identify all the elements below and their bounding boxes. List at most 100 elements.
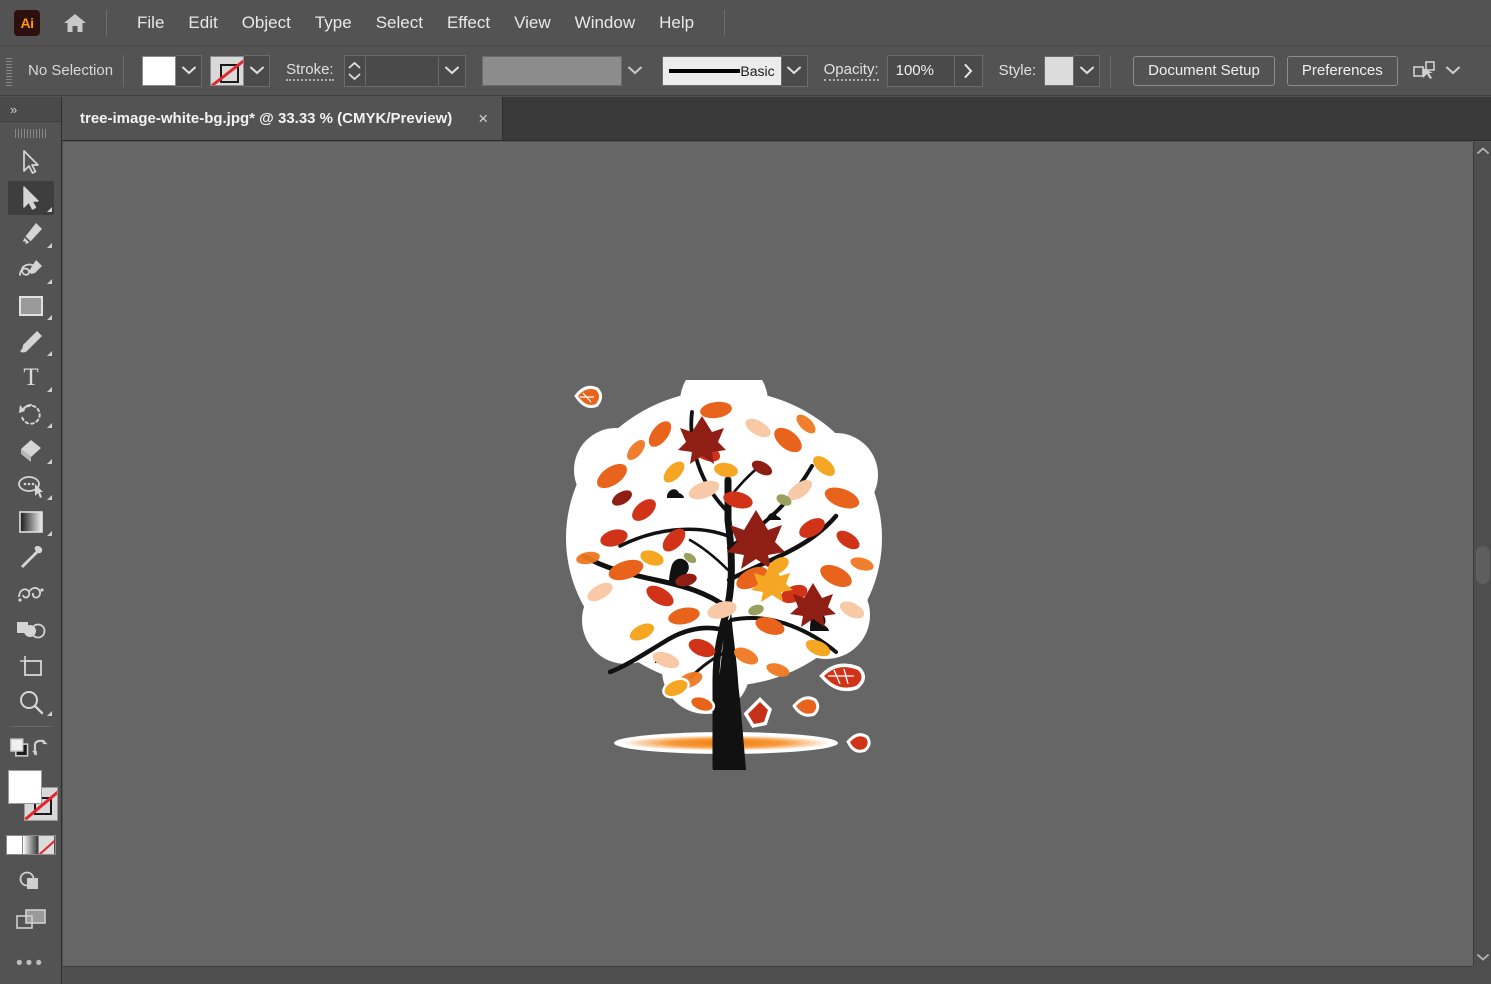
control-bar: No Selection Stroke: [0, 45, 1491, 96]
gradient-tool[interactable] [0, 504, 62, 540]
menu-window[interactable]: Window [563, 9, 647, 37]
menu-type[interactable]: Type [303, 9, 364, 37]
illustrator-logo[interactable]: Ai [14, 10, 40, 36]
default-fill-stroke-icon[interactable] [8, 736, 31, 760]
preferences-button[interactable]: Preferences [1287, 56, 1398, 86]
graphic-style-swatch[interactable] [1044, 56, 1074, 86]
control-bar-separator-1 [123, 55, 124, 87]
close-icon[interactable]: × [478, 110, 488, 127]
opacity-label[interactable]: Opacity: [824, 61, 879, 81]
autumn-tree-illustration[interactable] [556, 380, 901, 770]
draw-mode-icon[interactable] [16, 869, 46, 895]
control-bar-grip[interactable] [5, 56, 13, 86]
menu-object[interactable]: Object [230, 9, 303, 37]
opacity-expand-button[interactable] [954, 56, 982, 86]
graphic-style-label: Style: [999, 62, 1037, 79]
pen-flyout-indicator[interactable] [47, 243, 52, 248]
select-similar-objects-control[interactable] [1412, 60, 1460, 82]
tool-panel-grip[interactable] [0, 122, 61, 144]
fill-control[interactable] [142, 55, 202, 87]
stroke-dropdown-button[interactable] [244, 55, 270, 87]
stroke-swatch-none-icon[interactable] [210, 56, 244, 86]
document-tab-bar: tree-image-white-bg.jpg* @ 33.33 % (CMYK… [62, 97, 1491, 141]
stroke-weight-control[interactable] [344, 55, 466, 87]
brush-definition-dropdown-button[interactable] [782, 55, 808, 87]
width-profile-dropdown-button[interactable] [622, 55, 648, 87]
gradient-mode-button[interactable] [22, 836, 39, 854]
zoom-tool[interactable] [0, 684, 62, 720]
graphic-style-control[interactable] [1036, 55, 1100, 87]
stroke-color-control[interactable] [210, 55, 270, 87]
rectangle-flyout-indicator[interactable] [47, 315, 52, 320]
eraser-flyout-indicator[interactable] [47, 459, 52, 464]
horizontal-scrollbar[interactable] [63, 966, 1473, 984]
menu-help[interactable]: Help [647, 9, 706, 37]
eraser-tool[interactable] [0, 432, 62, 468]
scroll-down-button[interactable] [1474, 948, 1491, 966]
stroke-weight-dropdown-button[interactable] [439, 55, 465, 87]
rectangle-tool[interactable] [0, 288, 62, 324]
paintbrush-tool[interactable] [0, 324, 62, 360]
canvas-area[interactable] [63, 142, 1473, 966]
control-bar-separator-2 [1110, 55, 1111, 87]
vertical-scrollbar[interactable] [1473, 142, 1491, 966]
type-tool[interactable]: T [0, 360, 62, 396]
width-profile-control[interactable] [466, 55, 648, 87]
menu-bar: Ai File Edit Object Type Select Effect V… [0, 0, 1491, 45]
menu-view[interactable]: View [502, 9, 563, 37]
lasso-tool[interactable] [0, 468, 62, 504]
width-profile-swatch[interactable] [482, 56, 622, 86]
tool-panel: » [0, 97, 62, 984]
paintbrush-flyout-indicator[interactable] [47, 351, 52, 356]
shape-builder-tool[interactable] [0, 612, 62, 648]
brush-definition-control[interactable]: Basic [648, 55, 808, 87]
scrollbar-corner [1473, 966, 1491, 984]
fill-stroke-indicator[interactable] [0, 767, 62, 829]
document-tab-title: tree-image-white-bg.jpg* @ 33.33 % (CMYK… [80, 110, 452, 127]
menu-effect[interactable]: Effect [435, 9, 502, 37]
artboard-tool[interactable] [0, 648, 62, 684]
lasso-flyout-indicator[interactable] [47, 495, 52, 500]
zoom-flyout-indicator[interactable] [47, 711, 52, 716]
menu-select[interactable]: Select [364, 9, 435, 37]
fill-dropdown-button[interactable] [176, 55, 202, 87]
opacity-control[interactable] [887, 55, 983, 87]
stroke-weight-input[interactable] [365, 57, 439, 85]
swap-fill-stroke-icon[interactable] [31, 737, 53, 759]
tool-fill-swatch[interactable] [8, 770, 42, 804]
menu-file[interactable]: File [125, 9, 176, 37]
blend-tool[interactable] [0, 576, 62, 612]
brush-definition-value: Basic [740, 63, 774, 79]
tool-panel-separator [11, 726, 51, 727]
color-mode-button[interactable] [7, 836, 22, 854]
pen-tool[interactable] [0, 216, 62, 252]
document-setup-button[interactable]: Document Setup [1133, 56, 1275, 86]
rotate-tool[interactable] [0, 396, 62, 432]
brush-definition-field[interactable]: Basic [662, 56, 782, 86]
direct-selection-flyout-indicator[interactable] [47, 207, 52, 212]
none-mode-button[interactable] [39, 836, 54, 854]
screen-mode-icon[interactable] [14, 907, 48, 933]
document-tab[interactable]: tree-image-white-bg.jpg* @ 33.33 % (CMYK… [62, 97, 503, 140]
more-tools-button[interactable]: ••• [0, 953, 61, 975]
curvature-tool[interactable] [0, 252, 62, 288]
menu-edit[interactable]: Edit [176, 9, 229, 37]
stroke-weight-label[interactable]: Stroke: [286, 61, 334, 81]
selection-status-label: No Selection [28, 62, 113, 79]
menubar-divider-left [106, 10, 107, 36]
gradient-flyout-indicator[interactable] [47, 531, 52, 536]
opacity-input[interactable] [888, 57, 954, 85]
stroke-weight-stepper[interactable] [345, 56, 365, 86]
rotate-flyout-indicator[interactable] [47, 423, 52, 428]
selection-tool[interactable] [0, 144, 62, 180]
curvature-flyout-indicator[interactable] [47, 279, 52, 284]
scroll-up-button[interactable] [1474, 142, 1491, 160]
direct-selection-tool[interactable] [0, 180, 62, 216]
eyedropper-tool[interactable] [0, 540, 62, 576]
home-icon[interactable] [62, 11, 88, 35]
type-flyout-indicator[interactable] [47, 387, 52, 392]
tool-panel-collapse-button[interactable]: » [0, 97, 61, 122]
vertical-scroll-thumb[interactable] [1476, 546, 1490, 584]
fill-swatch[interactable] [142, 56, 176, 86]
graphic-style-dropdown-button[interactable] [1074, 55, 1100, 87]
